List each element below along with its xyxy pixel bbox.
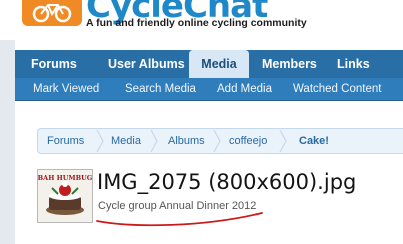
tab-media[interactable]: Media	[189, 50, 249, 78]
mark-viewed-link[interactable]: Mark Viewed	[33, 78, 99, 100]
breadcrumb-separator-icon	[96, 130, 104, 152]
search-media-link[interactable]: Search Media	[125, 78, 196, 100]
media-thumbnail[interactable]: BAH HUMBUG	[37, 169, 93, 223]
tab-links[interactable]: Links	[337, 50, 377, 78]
site-header: CycleChat A fun and friendly online cycl…	[0, 0, 403, 48]
logo-bicycle-icon[interactable]	[22, 0, 82, 26]
breadcrumb-separator-icon	[279, 130, 287, 152]
watched-content-link[interactable]: Watched Content	[293, 78, 381, 100]
breadcrumb-separator-icon	[150, 130, 158, 152]
breadcrumb: Forums Media Albums coffeejo Cake!	[37, 128, 403, 154]
media-title: IMG_2075 (800x600).jpg	[97, 170, 357, 194]
tab-forums[interactable]: Forums	[31, 50, 81, 78]
tab-members[interactable]: Members	[262, 50, 320, 78]
breadcrumb-coffeejo[interactable]: coffeejo	[229, 129, 267, 153]
annotation-underline	[96, 212, 263, 227]
main-nav: Forums User Albums Media Members Links	[15, 50, 403, 78]
media-subnav: Mark Viewed Search Media Add Media Watch…	[15, 78, 403, 101]
tab-user-albums[interactable]: User Albums	[108, 50, 188, 78]
page-side-stripe	[0, 40, 15, 244]
thumbnail-caption: BAH HUMBUG	[38, 174, 92, 182]
site-tagline: A fun and friendly online cycling commun…	[86, 17, 307, 29]
breadcrumb-forums[interactable]: Forums	[47, 129, 84, 153]
breadcrumb-media[interactable]: Media	[111, 129, 141, 153]
breadcrumb-albums[interactable]: Albums	[168, 129, 205, 153]
breadcrumb-cake[interactable]: Cake!	[299, 129, 329, 153]
breadcrumb-separator-icon	[213, 130, 221, 152]
add-media-link[interactable]: Add Media	[217, 78, 272, 100]
